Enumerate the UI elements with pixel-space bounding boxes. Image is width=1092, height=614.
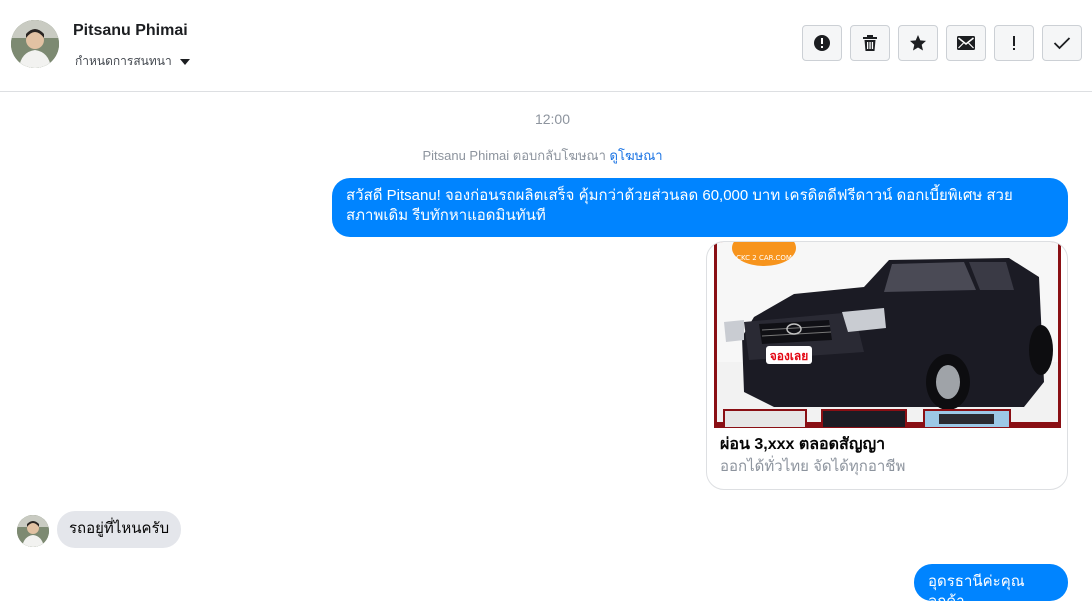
alert-circle-icon <box>814 35 830 51</box>
outgoing-message[interactable]: อุดรธานีค่ะคุณลูกค้า <box>914 564 1068 610</box>
caret-down-icon <box>179 58 190 65</box>
ad-card-subtitle: ออกได้ทั่วไทย จัดได้ทุกอาชีพ <box>720 458 906 475</box>
mark-done-button[interactable] <box>1042 25 1082 61</box>
star-button[interactable] <box>898 25 938 61</box>
follow-up-button[interactable] <box>994 25 1034 61</box>
view-ad-link[interactable]: ดูโฆษณา <box>610 148 663 163</box>
trash-icon <box>863 35 877 51</box>
conversation-toolbar <box>802 25 1082 61</box>
star-icon <box>910 35 926 51</box>
ad-reply-note: Pitsanu Phimai ตอบกลับโฆษณา ดูโฆษณา <box>0 145 1085 166</box>
delete-button[interactable] <box>850 25 890 61</box>
dealer-logo-text: CKC 2 CAR.COM <box>736 254 792 262</box>
report-spam-button[interactable] <box>802 25 842 61</box>
outgoing-message[interactable]: สวัสดี Pitsanu! จองก่อนรถผลิตเสร็จ คุ้มก… <box>332 178 1068 237</box>
ad-reply-contact-name: Pitsanu Phimai <box>422 148 510 163</box>
black-pickup-truck-image: CKC 2 CAR.COM จองเลย <box>714 242 1061 429</box>
assign-conversation-label: กำหนดการสนทนา <box>75 54 172 68</box>
conversation-header: Pitsanu Phimai กำหนดการสนทนา <box>0 0 1092 92</box>
envelope-icon <box>957 36 975 50</box>
mark-unread-button[interactable] <box>946 25 986 61</box>
check-icon <box>1053 37 1071 50</box>
contact-avatar[interactable] <box>11 20 59 68</box>
contact-name[interactable]: Pitsanu Phimai <box>73 22 188 40</box>
incoming-message[interactable]: รถอยู่ที่ไหนครับ <box>57 511 182 548</box>
contact-avatar-small[interactable] <box>17 515 49 547</box>
exclamation-icon <box>1013 36 1015 50</box>
message-timestamp: 12:00 <box>534 111 571 127</box>
ad-reply-text: ตอบกลับโฆษณา <box>509 148 610 163</box>
book-now-badge: จองเลย <box>770 349 809 363</box>
assign-conversation-dropdown[interactable]: กำหนดการสนทนา <box>75 52 190 71</box>
ad-card[interactable]: CKC 2 CAR.COM จองเลย ผ่อน 3,xxx ตลอดสัญญ… <box>706 241 1068 490</box>
